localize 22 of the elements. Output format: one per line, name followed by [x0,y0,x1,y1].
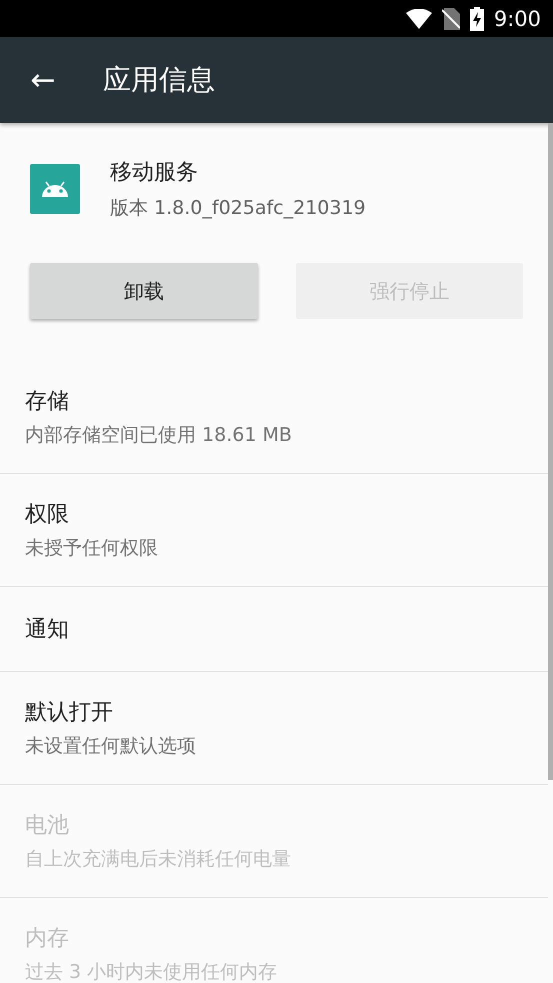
item-summary: 未授予任何权限 [25,536,159,561]
android-app-icon [30,164,80,214]
item-title: 内存 [25,925,70,953]
back-button[interactable]: ← [26,62,60,98]
item-title: 默认打开 [25,699,114,727]
uninstall-button[interactable]: 卸载 [30,263,258,319]
item-summary: 自上次充满电后未消耗任何电量 [25,847,292,872]
item-title: 电池 [25,812,70,840]
item-summary: 未设置任何默认选项 [25,734,197,759]
app-version: 版本 1.8.0_f025afc_210319 [110,196,366,221]
status-time: 9:00 [494,6,541,30]
item-summary: 过去 3 小时内未使用任何内存 [25,960,278,983]
no-sim-icon [442,8,460,30]
battery-charging-icon [470,6,484,30]
wifi-icon [406,8,432,28]
app-name: 移动服务 [110,159,199,187]
item-title: 存储 [25,388,70,416]
item-title: 通知 [25,616,70,644]
item-title: 权限 [25,501,70,529]
scrollbar[interactable] [548,123,553,780]
toolbar-title: 应用信息 [103,62,215,98]
item-summary: 内部存储空间已使用 18.61 MB [25,423,293,448]
